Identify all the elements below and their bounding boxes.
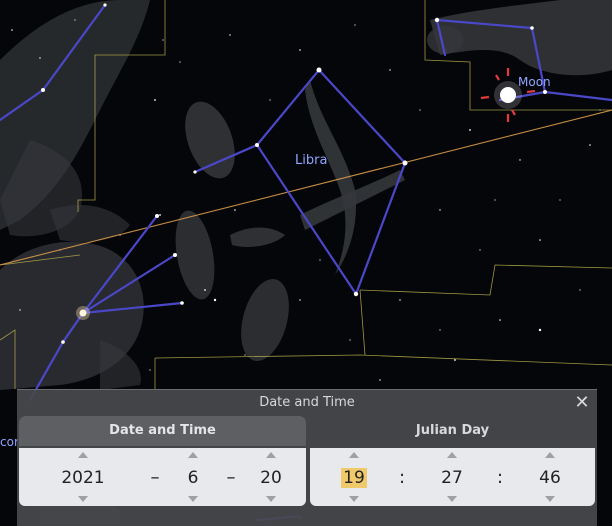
day-spinbox[interactable]: 20: [247, 448, 295, 506]
year-up-arrow-icon[interactable]: [78, 452, 88, 458]
minute-spinbox[interactable]: 27: [430, 448, 474, 506]
moon-label: Moon: [518, 75, 551, 89]
tab-date-and-time[interactable]: Date and Time: [19, 416, 306, 446]
minute-up-arrow-icon[interactable]: [447, 452, 457, 458]
day-value[interactable]: 20: [247, 466, 295, 490]
time-panel: 19 : 27 : 46: [310, 448, 595, 506]
date-separator: –: [150, 467, 160, 488]
minute-value[interactable]: 27: [430, 466, 474, 490]
month-down-arrow-icon[interactable]: [188, 496, 198, 502]
month-up-arrow-icon[interactable]: [188, 452, 198, 458]
year-down-arrow-icon[interactable]: [78, 496, 88, 502]
day-up-arrow-icon[interactable]: [266, 452, 276, 458]
second-up-arrow-icon[interactable]: [545, 452, 555, 458]
day-down-arrow-icon[interactable]: [266, 496, 276, 502]
close-button[interactable]: ✕: [572, 392, 592, 414]
tab-julian-day[interactable]: Julian Day: [310, 416, 595, 446]
close-icon: ✕: [574, 392, 590, 413]
date-panel: 2021 – 6 – 20: [19, 448, 306, 506]
hour-up-arrow-icon[interactable]: [349, 452, 359, 458]
hour-down-arrow-icon[interactable]: [349, 496, 359, 502]
antares-star[interactable]: [76, 306, 90, 320]
date-time-dialog: Date and Time ✕ Date and Time Julian Day…: [17, 389, 597, 526]
hour-value[interactable]: 19: [332, 466, 376, 490]
date-separator: –: [226, 467, 236, 488]
month-value[interactable]: 6: [169, 466, 217, 490]
time-separator: :: [496, 467, 504, 488]
hour-spinbox[interactable]: 19: [332, 448, 376, 506]
hour-value-text: 19: [341, 468, 367, 488]
second-spinbox[interactable]: 46: [528, 448, 572, 506]
second-down-arrow-icon[interactable]: [545, 496, 555, 502]
ecliptic-line: [0, 109, 612, 266]
minute-down-arrow-icon[interactable]: [447, 496, 457, 502]
month-spinbox[interactable]: 6: [169, 448, 217, 506]
libra-label: Libra: [295, 153, 327, 168]
second-value[interactable]: 46: [528, 466, 572, 490]
time-separator: :: [398, 467, 406, 488]
year-value[interactable]: 2021: [39, 466, 127, 490]
year-spinbox[interactable]: 2021: [39, 448, 127, 506]
dialog-title: Date and Time: [259, 395, 355, 410]
